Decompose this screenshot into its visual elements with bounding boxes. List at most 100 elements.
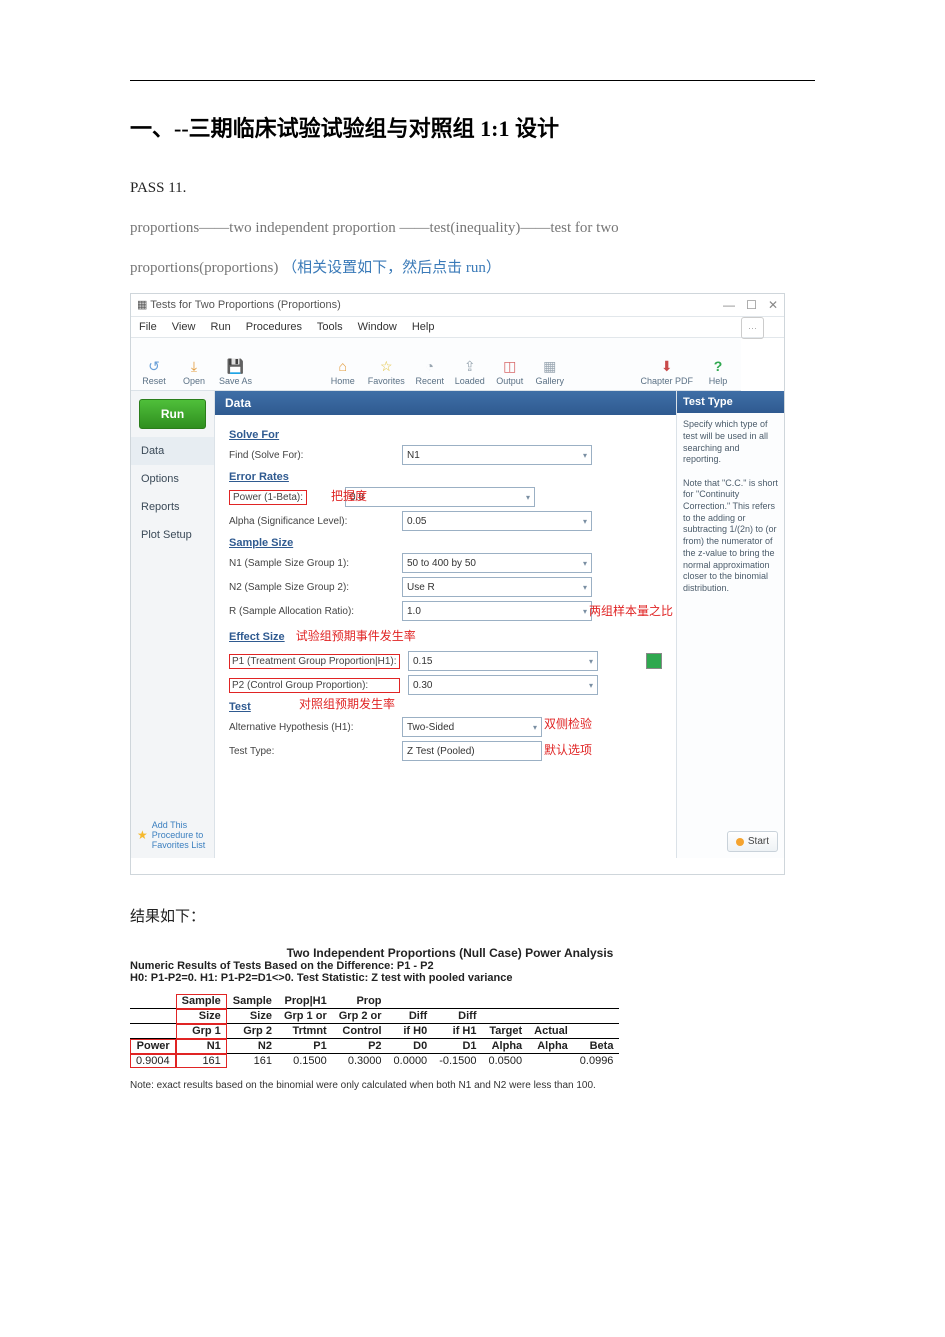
gallery-icon: ▦: [540, 356, 560, 376]
chapter-pdf-button[interactable]: ⬇Chapter PDF: [640, 356, 693, 386]
close-icon[interactable]: ✕: [768, 294, 778, 316]
n1-label: N1 (Sample Size Group 1):: [229, 558, 394, 569]
annotation-test-type: 默认选项: [544, 741, 592, 758]
field-n2: N2 (Sample Size Group 2): Use R▾: [229, 577, 662, 597]
results-table: Sample Sample Prop|H1 Prop Size Size Grp…: [130, 994, 619, 1068]
toolbar-mid: ⌂Home ☆Favorites ◔Recent ⇪Loaded ◫Output…: [328, 356, 565, 386]
reset-icon: ↺: [144, 356, 164, 376]
add-to-favorites-link[interactable]: ★ Add This Procedure to Favorites List: [131, 812, 214, 858]
menu-file[interactable]: File: [139, 321, 157, 333]
text-path-1a: proportions——two independent proportion …: [130, 220, 619, 236]
chevron-down-icon: ▾: [583, 451, 587, 460]
sidebar-item-reports[interactable]: Reports: [131, 493, 214, 521]
menubar[interactable]: File View Run Procedures Tools Window He…: [131, 316, 784, 338]
table-row: 0.9004 161 161 0.1500 0.3000 0.0000 -0.1…: [130, 1054, 619, 1069]
r-input[interactable]: 1.0▾: [402, 601, 592, 621]
section-effect-size: Effect Size: [229, 631, 285, 643]
section-solve-for: Solve For: [229, 429, 662, 441]
favorites-button[interactable]: ☆Favorites: [368, 356, 405, 386]
menu-procedures[interactable]: Procedures: [246, 321, 302, 333]
test-type-label: Test Type:: [229, 746, 394, 757]
recent-button[interactable]: ◔Recent: [415, 356, 445, 386]
clock-icon: ◔: [420, 356, 440, 376]
n1-input[interactable]: 50 to 400 by 50▾: [402, 553, 592, 573]
sidebar-item-data[interactable]: Data: [131, 437, 214, 465]
table-header-row-2: Size Size Grp 1 or Grp 2 or Diff Diff: [130, 1009, 619, 1024]
save-as-button[interactable]: 💾Save As: [219, 356, 252, 386]
pdf-icon: ⬇: [657, 356, 677, 376]
menu-tools[interactable]: Tools: [317, 321, 343, 333]
annotation-r: 两组样本量之比: [589, 602, 673, 619]
form-panel: Data Solve For Find (Solve For): N1▾ Err…: [215, 391, 676, 858]
window-body: Run Data Options Reports Plot Setup ★ Ad…: [131, 391, 784, 858]
chevron-down-icon: ▾: [583, 517, 587, 526]
gallery-button[interactable]: ▦Gallery: [535, 356, 565, 386]
section-error-rates: Error Rates: [229, 471, 662, 483]
results-title: Two Independent Proportions (Null Case) …: [130, 946, 770, 960]
loaded-button[interactable]: ⇪Loaded: [455, 356, 485, 386]
sidebar: Run Data Options Reports Plot Setup ★ Ad…: [131, 391, 215, 858]
p1-input[interactable]: 0.15▾: [408, 651, 598, 671]
test-type-select[interactable]: Z Test (Pooled): [402, 741, 542, 761]
output-button[interactable]: ◫Output: [495, 356, 525, 386]
h1-select[interactable]: Two-Sided▾: [402, 717, 542, 737]
toolbar: ↺Reset ⤓Open 💾Save As ⌂Home ☆Favorites ◔…: [131, 338, 741, 391]
table-header-row-4: Power N1 N2 P1 P2 D0 D1 Alpha Alpha Beta: [130, 1039, 619, 1054]
star-icon: ☆: [376, 356, 396, 376]
field-h1: Alternative Hypothesis (H1): Two-Sided▾ …: [229, 717, 662, 737]
toolbar-right: ⬇Chapter PDF ?Help: [640, 356, 733, 386]
top-rule: [130, 80, 815, 81]
menu-run[interactable]: Run: [211, 321, 231, 333]
sidebar-item-options[interactable]: Options: [131, 465, 214, 493]
help-button[interactable]: ?Help: [703, 356, 733, 386]
help-pane-text: Specify which type of test will be used …: [683, 419, 778, 594]
section-test: Test: [229, 701, 662, 713]
sidebar-item-plot-setup[interactable]: Plot Setup: [131, 521, 214, 549]
text-path-1: proportions——two independent proportion …: [130, 213, 815, 243]
help-pane-title: Test Type: [677, 391, 784, 413]
chevron-down-icon: ▾: [589, 657, 593, 666]
results-subtitle: Numeric Results of Tests Based on the Di…: [130, 960, 770, 972]
menu-window[interactable]: Window: [358, 321, 397, 333]
r-label: R (Sample Allocation Ratio):: [229, 606, 394, 617]
start-button[interactable]: Start: [727, 831, 778, 852]
maximize-icon[interactable]: ☐: [746, 294, 757, 316]
open-icon: ⤓: [184, 356, 204, 376]
field-p1: P1 (Treatment Group Proportion|H1): 0.15…: [229, 651, 662, 671]
field-find: Find (Solve For): N1▾: [229, 445, 662, 465]
menu-help[interactable]: Help: [412, 321, 435, 333]
results-intro: 结果如下：: [130, 905, 815, 926]
chevron-down-icon: ▾: [533, 723, 537, 732]
home-button[interactable]: ⌂Home: [328, 356, 358, 386]
run-button[interactable]: Run: [139, 399, 206, 429]
form-header: Data: [215, 391, 676, 415]
overflow-icon[interactable]: ⋯: [741, 317, 764, 339]
results-note: Note: exact results based on the binomia…: [130, 1080, 770, 1091]
output-icon: ◫: [500, 356, 520, 376]
minimize-icon[interactable]: —: [723, 294, 735, 316]
window-buttons: — ☐ ✕: [715, 294, 778, 317]
find-select[interactable]: N1▾: [402, 445, 592, 465]
find-label: Find (Solve For):: [229, 450, 394, 461]
p2-label: P2 (Control Group Proportion):: [229, 678, 400, 693]
field-alpha: Alpha (Significance Level): 0.05▾: [229, 511, 662, 531]
text-pass: PASS 11.: [130, 173, 815, 203]
window-titlebar: ▦ Tests for Two Proportions (Proportions…: [131, 294, 784, 316]
color-swatch[interactable]: [646, 653, 662, 669]
reset-button[interactable]: ↺Reset: [139, 356, 169, 386]
toolbar-left: ↺Reset ⤓Open 💾Save As: [139, 356, 252, 386]
p2-input[interactable]: 0.30▾: [408, 675, 598, 695]
text-path-2: proportions(proportions) （相关设置如下，然后点击 ru…: [130, 253, 815, 283]
chevron-down-icon: ▾: [526, 493, 530, 502]
home-icon: ⌂: [333, 356, 353, 376]
power-input[interactable]: 0.9▾: [345, 487, 535, 507]
text-path-2a: proportions(proportions): [130, 260, 278, 276]
menu-view[interactable]: View: [172, 321, 196, 333]
n2-input[interactable]: Use R▾: [402, 577, 592, 597]
annotation-p2: 对照组预期发生率: [299, 695, 395, 712]
n2-label: N2 (Sample Size Group 2):: [229, 582, 394, 593]
alpha-input[interactable]: 0.05▾: [402, 511, 592, 531]
window-title: ▦ Tests for Two Proportions (Proportions…: [137, 294, 341, 316]
help-pane: Test Type Specify which type of test wil…: [676, 391, 784, 858]
open-button[interactable]: ⤓Open: [179, 356, 209, 386]
